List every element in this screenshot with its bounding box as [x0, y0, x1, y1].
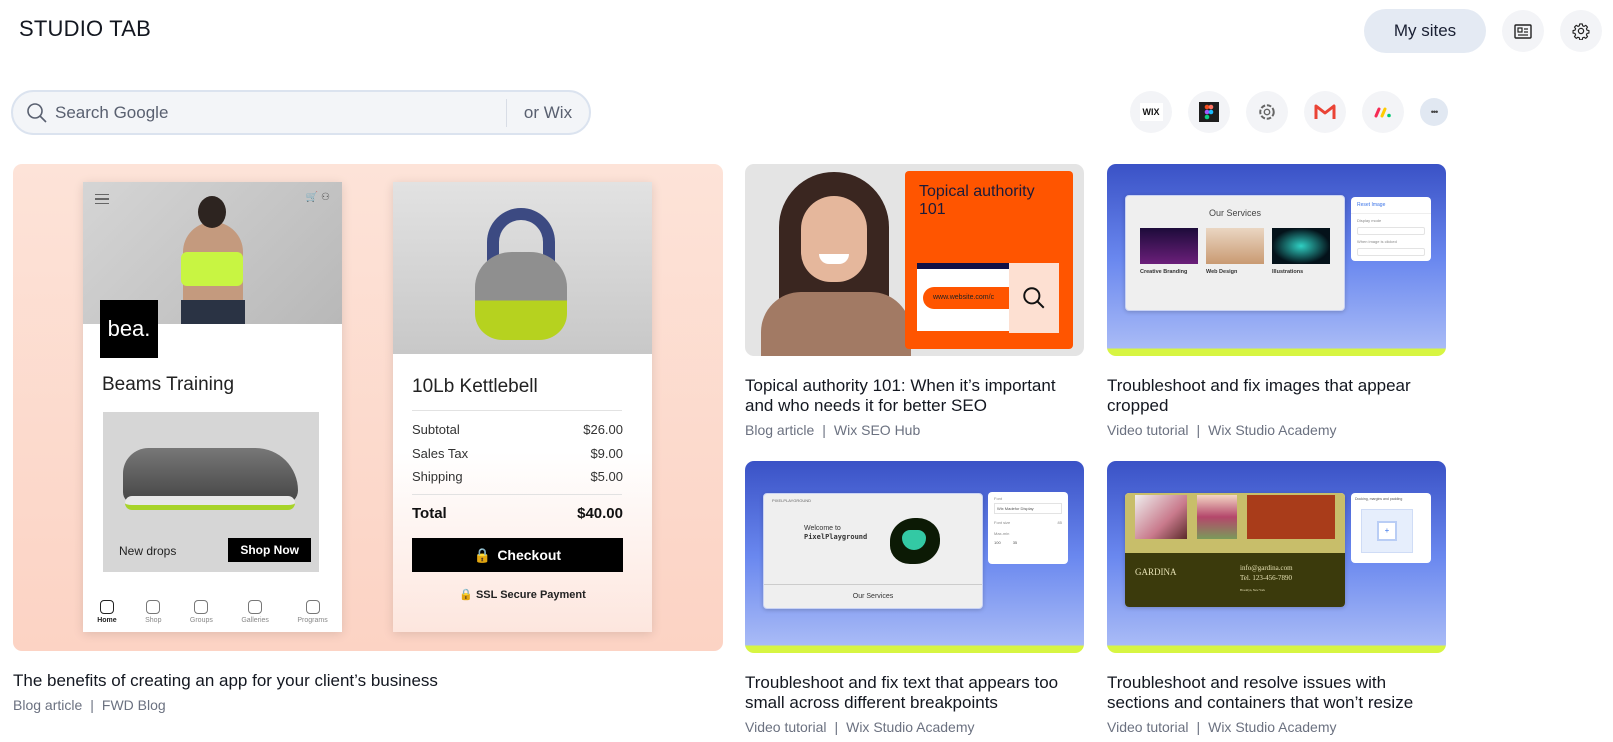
card-meta: Video tutorial | Wix Studio Academy	[745, 719, 975, 735]
card-thumbnail: Our Services Creative Branding Web Desig…	[1107, 164, 1446, 356]
plant-graphic	[890, 518, 940, 564]
card-title[interactable]: Topical authority 101: When it’s importa…	[745, 376, 1085, 416]
shortcuts-bar: WIX •••	[1130, 91, 1448, 133]
nav-galleries: Galleries	[241, 600, 269, 624]
card-title[interactable]: Troubleshoot and fix images that appear …	[1107, 376, 1447, 416]
font-panel: Font Wix Madefor Display Font size 85 Max…	[988, 492, 1068, 564]
shop-now-button: Shop Now	[228, 538, 311, 562]
reset-image-panel: Reset Image Display mode When image is c…	[1351, 197, 1431, 261]
card-meta: Video tutorial | Wix Studio Academy	[1107, 422, 1337, 438]
gardina-mock: GARDINA info@gardina.com Tel. 123-456-789…	[1125, 493, 1345, 607]
welcome-text: Welcome to PixelPlayground	[804, 525, 868, 541]
wix-icon: WIX	[1139, 103, 1163, 121]
groups-icon	[194, 600, 209, 614]
card-title[interactable]: Troubleshoot and fix text that appears t…	[745, 673, 1085, 713]
mock-phone-training: 🛒 ⚇ bea. Beams Training New drops Shop N…	[83, 182, 342, 632]
featured-article-card[interactable]: 🛒 ⚇ bea. Beams Training New drops Shop N…	[13, 164, 723, 713]
card-meta: Blog article | FWD Blog	[13, 697, 166, 713]
menu-icon	[95, 194, 109, 204]
shortcut-chatgpt[interactable]	[1246, 91, 1288, 133]
product-title: 10Lb Kettlebell	[412, 376, 538, 397]
website-mock: PIXELPLAYGROUND Welcome to PixelPlaygroun…	[763, 493, 983, 609]
app-title: STUDIO TAB	[19, 16, 151, 41]
lock-icon: 🔒	[473, 546, 492, 563]
article-card[interactable]: GARDINA info@gardina.com Tel. 123-456-789…	[1107, 461, 1447, 735]
shortcut-more[interactable]: •••	[1420, 98, 1448, 126]
kettlebell-image	[393, 182, 652, 354]
checkout-button: 🔒 Checkout	[412, 538, 623, 572]
figma-icon	[1199, 102, 1219, 122]
featured-thumbnail: 🛒 ⚇ bea. Beams Training New drops Shop N…	[13, 164, 723, 651]
card-meta: Blog article | Wix SEO Hub	[745, 422, 921, 438]
settings-button[interactable]	[1560, 10, 1602, 52]
shortcut-figma[interactable]	[1188, 91, 1230, 133]
card-meta: Video tutorial | Wix Studio Academy	[1107, 719, 1337, 735]
shortcut-wix[interactable]: WIX	[1130, 91, 1172, 133]
search-bar: or Wix	[11, 90, 591, 135]
card-title[interactable]: Troubleshoot and resolve issues with sec…	[1107, 673, 1447, 713]
beams-heading: Beams Training	[102, 374, 235, 395]
tax-row: Sales Tax $9.00	[412, 446, 623, 461]
shortcut-gmail[interactable]	[1304, 91, 1346, 133]
search-wix-toggle[interactable]: or Wix	[507, 103, 589, 123]
openai-icon	[1259, 104, 1275, 120]
search-input[interactable]	[55, 92, 506, 133]
shipping-row: Shipping $5.00	[412, 469, 623, 484]
card-title[interactable]: The benefits of creating an app for your…	[13, 671, 723, 691]
card-thumbnail: PIXELPLAYGROUND Welcome to PixelPlaygroun…	[745, 461, 1084, 653]
nav-groups: Groups	[190, 600, 213, 624]
nav-home: Home	[97, 600, 117, 624]
my-sites-button[interactable]: My sites	[1364, 9, 1486, 53]
article-card[interactable]: PIXELPLAYGROUND Welcome to PixelPlaygroun…	[745, 461, 1085, 735]
services-mock: Our Services Creative Branding Web Desig…	[1125, 195, 1345, 311]
news-button[interactable]	[1502, 10, 1544, 52]
bea-logo: bea.	[100, 300, 158, 358]
lock-icon: 🔒	[459, 589, 476, 601]
new-drops-label: New drops	[119, 544, 177, 558]
search-icon	[27, 102, 47, 123]
phone-bottom-nav: Home Shop Groups Galleries Programs	[83, 600, 342, 624]
shortcut-monday[interactable]	[1362, 91, 1404, 133]
monday-icon	[1374, 107, 1391, 118]
total-row: Total $40.00	[412, 505, 623, 522]
card-thumbnail: GARDINA info@gardina.com Tel. 123-456-789…	[1107, 461, 1446, 653]
gear-icon	[1572, 23, 1590, 40]
more-icon: •••	[1430, 107, 1439, 117]
article-card[interactable]: Our Services Creative Branding Web Desig…	[1107, 164, 1447, 438]
home-icon	[99, 600, 114, 614]
nav-programs: Programs	[297, 600, 328, 624]
shoe-banner: New drops Shop Now	[103, 412, 319, 572]
programs-icon	[305, 600, 320, 614]
magnifier-icon	[1009, 263, 1059, 333]
top-actions: My sites	[1364, 9, 1613, 53]
thumb-headline: Topical authority 101	[919, 183, 1035, 218]
gmail-icon	[1314, 104, 1336, 119]
subtotal-row: Subtotal $26.00	[412, 422, 623, 437]
mock-phone-checkout: 10Lb Kettlebell Subtotal $26.00 Sales Tax…	[393, 182, 652, 632]
image-icon	[248, 600, 263, 614]
docking-panel: Docking, margins and padding +	[1351, 493, 1431, 563]
bag-icon	[146, 600, 161, 614]
plus-icon: +	[1377, 521, 1397, 541]
woman-portrait	[761, 172, 911, 356]
ssl-label: 🔒 SSL Secure Payment	[459, 589, 586, 601]
article-card[interactable]: Topical authority 101 www.website.com/c …	[745, 164, 1085, 438]
orange-panel: Topical authority 101 www.website.com/c	[905, 171, 1073, 349]
cart-user-icon: 🛒 ⚇	[305, 192, 330, 203]
nav-shop: Shop	[145, 600, 161, 624]
newspaper-icon	[1514, 23, 1532, 39]
card-thumbnail: Topical authority 101 www.website.com/c	[745, 164, 1084, 356]
